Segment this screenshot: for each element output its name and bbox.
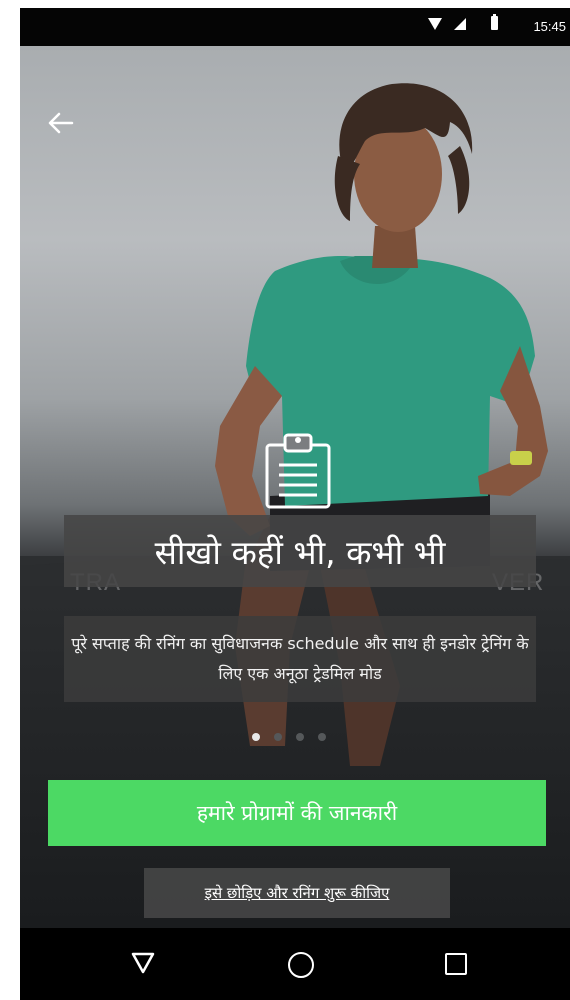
pagination-dot-3[interactable] bbox=[296, 733, 304, 741]
nav-recents-icon[interactable] bbox=[445, 953, 467, 975]
pagination-dots bbox=[252, 733, 326, 743]
status-bar: 15:45 bbox=[20, 8, 570, 46]
pagination-dot-4[interactable] bbox=[318, 733, 326, 741]
programs-info-button[interactable]: हमारे प्रोग्रामों की जानकारी bbox=[48, 780, 546, 846]
signal-icon bbox=[454, 18, 466, 30]
pagination-dot-1[interactable] bbox=[252, 733, 260, 741]
system-nav-bar bbox=[20, 928, 570, 1000]
description-box: पूरे सप्ताह की रनिंग का सुविधाजनक schedu… bbox=[64, 616, 536, 702]
skip-and-start-link[interactable]: इसे छोड़िए और रनिंग शुरू कीजिए bbox=[205, 883, 390, 903]
skip-box: इसे छोड़िए और रनिंग शुरू कीजिए bbox=[144, 868, 450, 918]
headline-box: सीखो कहीं भी, कभी भी bbox=[64, 515, 536, 587]
battery-icon bbox=[491, 14, 498, 30]
nav-back-icon[interactable] bbox=[130, 950, 156, 976]
phone-screen: 15:45 सीखो कहीं भी, कभी भी पूरे सप्ताह क… bbox=[20, 8, 570, 1000]
clipboard-icon bbox=[265, 433, 331, 509]
back-arrow-icon[interactable] bbox=[46, 108, 76, 138]
slide-headline: सीखो कहीं भी, कभी भी bbox=[154, 532, 446, 572]
status-time: 15:45 bbox=[533, 19, 566, 34]
nav-home-icon[interactable] bbox=[288, 952, 314, 978]
pagination-dot-2[interactable] bbox=[274, 733, 282, 741]
wifi-icon bbox=[428, 18, 442, 30]
slide-description: पूरे सप्ताह की रनिंग का सुविधाजनक schedu… bbox=[71, 634, 529, 683]
